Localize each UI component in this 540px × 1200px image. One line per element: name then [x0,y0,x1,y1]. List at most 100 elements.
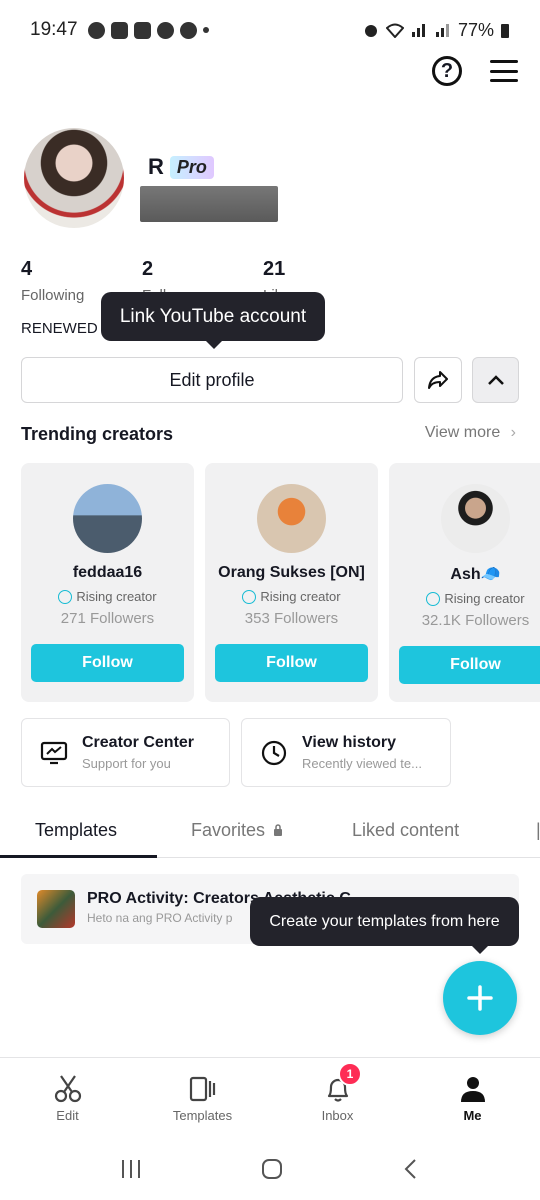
tile-title: View history [302,734,396,751]
back-icon[interactable] [401,1157,421,1181]
tab-label: Favorites [191,820,266,840]
nav-label: Inbox [321,1108,354,1123]
inbox-badge: 1 [338,1062,362,1086]
notification-icons [87,21,209,39]
chevron-right-icon: › [510,424,516,441]
content-tabs: Templates Favorites Liked content | [0,808,540,858]
person-icon [458,1074,488,1104]
follow-button[interactable]: Follow [215,644,368,682]
templates-icon [188,1074,218,1104]
creator-name: Orang Sukses [ON] [218,564,365,581]
edit-profile-button[interactable]: Edit profile [21,357,403,403]
trending-title: Trending creators [21,424,174,444]
rising-creator-tag: Rising creator [21,589,194,604]
share-profile-button[interactable] [414,357,462,403]
view-history-tile[interactable]: View history Recently viewed te... [241,718,451,787]
nav-inbox[interactable]: Inbox 1 [270,1058,405,1137]
creator-followers: 271 Followers [60,610,155,627]
tab-favorites[interactable]: Favorites [191,820,283,841]
battery-percent: 77% [457,19,494,40]
nav-edit[interactable]: Edit [0,1058,135,1137]
youtube-tooltip[interactable]: Link YouTube account [101,292,325,349]
nav-label: Edit [56,1108,79,1123]
nav-me[interactable]: Me [405,1058,540,1137]
stat-value: 2 [142,258,154,280]
profile-name: R [148,154,164,179]
tab-templates[interactable]: Templates [35,820,117,841]
rising-label: Rising creator [260,589,341,604]
clock-icon [260,739,288,767]
profile-name-row: R Pro [148,154,214,180]
create-templates-tooltip[interactable]: Create your templates from here [250,897,519,954]
creator-followers: 353 Followers [244,610,339,627]
signal-icon [411,24,425,37]
star-badge-icon [58,589,73,604]
rising-creator-tag: Rising creator [389,591,540,606]
stat-value: 4 [21,258,33,280]
star-badge-icon [242,589,257,604]
creator-card[interactable]: Orang Sukses [ON] Rising creator 353 Fol… [205,463,378,702]
home-icon[interactable] [260,1157,284,1181]
tab-more-partial[interactable]: | [536,820,540,841]
chart-monitor-icon [40,739,68,767]
creator-card[interactable]: Ash🧢 Rising creator 32.1K Followers Foll… [389,463,540,702]
menu-icon[interactable] [490,60,518,82]
lock-icon [274,824,283,836]
stat-value: 21 [263,258,286,280]
system-nav-bar [0,1137,540,1200]
tile-subtitle: Support for you [82,756,171,771]
creator-avatar [257,484,326,553]
template-thumbnail [37,890,75,928]
tile-title: Creator Center [82,734,195,751]
nav-label: Templates [172,1108,233,1123]
wifi-icon [385,23,404,38]
share-icon [428,371,448,389]
messenger-icon [87,21,105,39]
rising-label: Rising creator [444,591,525,606]
redacted-username [140,186,278,222]
alarm-icon [364,25,377,37]
creator-card[interactable]: feddaa16 Rising creator 271 Followers Fo… [21,463,194,702]
creator-name: Ash🧢 [450,566,501,583]
follow-button[interactable]: Follow [31,644,184,682]
view-more-link[interactable]: View more › [425,424,516,442]
nav-templates[interactable]: Templates [135,1058,270,1137]
pro-badge: Pro [169,155,214,179]
instagram-icon [133,21,151,39]
bottom-nav: Edit Templates Inbox 1 Me [0,1057,540,1137]
avatar[interactable] [24,128,124,228]
nav-label: Me [463,1108,482,1123]
call-signal-icon [435,24,449,37]
instagram-icon [110,21,128,39]
more-dot-icon [202,27,209,33]
template-subtitle: Heto na ang PRO Activity p [87,911,233,925]
view-more-label: View more [424,424,501,441]
creator-name: feddaa16 [72,564,143,581]
tab-liked-content[interactable]: Liked content [352,820,459,841]
profile-bio: RENEWED [21,320,98,337]
status-bar: 19:47 77% [0,0,540,60]
creator-center-tile[interactable]: Creator Center Support for you [21,718,230,787]
w-app-icon [156,21,174,39]
top-actions: ? [432,56,518,86]
scissors-icon [53,1074,83,1104]
follow-button[interactable]: Follow [399,646,540,684]
rising-creator-tag: Rising creator [205,589,378,604]
rising-label: Rising creator [76,589,157,604]
star-badge-icon [426,591,441,606]
account-icon [179,21,197,39]
creator-cards: feddaa16 Rising creator 271 Followers Fo… [21,463,540,703]
recent-apps-icon[interactable] [119,1158,143,1180]
create-template-button[interactable] [443,961,517,1035]
creator-avatar [441,484,510,553]
collapse-suggestions-button[interactable] [472,357,519,403]
active-tab-indicator [0,855,157,858]
battery-icon [501,24,509,38]
help-icon[interactable]: ? [432,56,462,86]
creator-followers: 32.1K Followers [421,612,530,629]
creator-avatar [73,484,142,553]
status-time: 19:47 [30,19,78,40]
plus-icon [467,985,493,1011]
status-right: 77% [362,20,510,41]
chevron-up-icon [487,375,504,385]
